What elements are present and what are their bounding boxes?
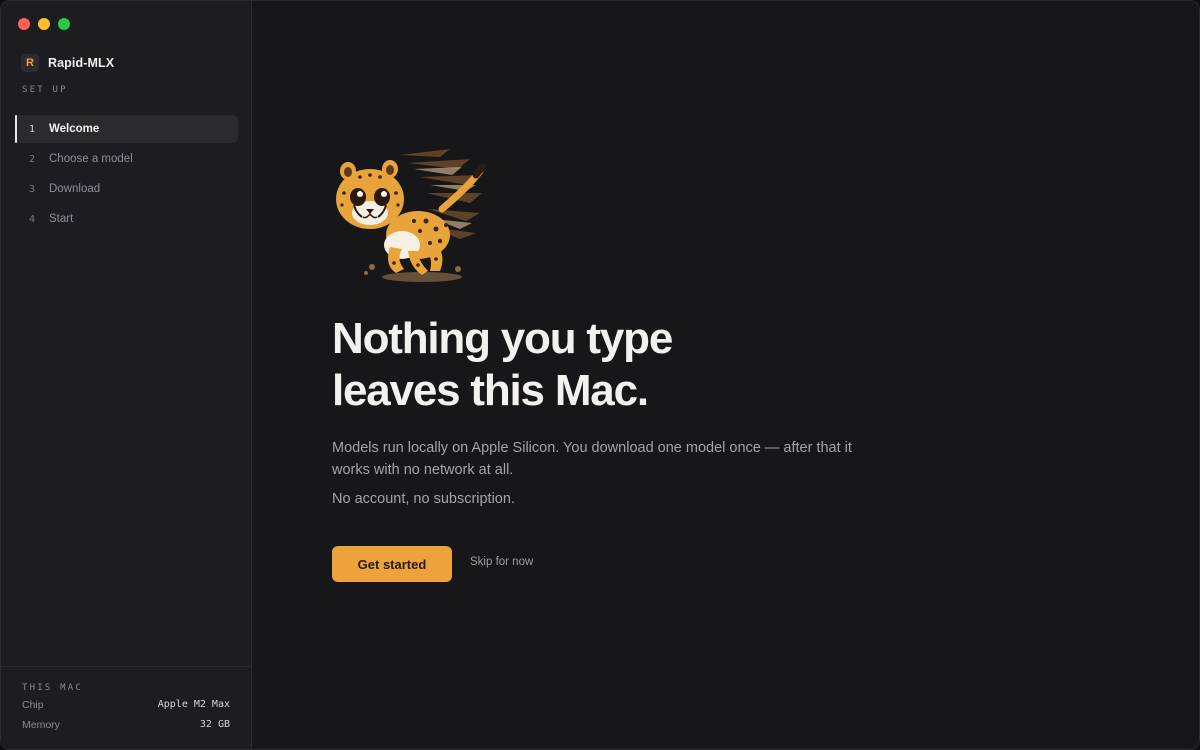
step-number: 3 [29,183,36,195]
chip-row: Chip Apple M2 Max [22,699,230,711]
setup-steps: 1 Welcome 2 Choose a model 3 Download 4 … [15,115,238,235]
step-label: Download [49,183,101,195]
window-controls [18,18,70,30]
sidebar: R Rapid-MLX SET UP 1 Welcome 2 Choose a … [1,1,252,749]
step-number: 1 [29,123,36,135]
step-label: Start [49,213,74,225]
chip-label: Chip [22,699,44,711]
step-welcome[interactable]: 1 Welcome [15,115,238,143]
step-choose-model[interactable]: 2 Choose a model [15,145,238,173]
skip-for-now-link[interactable]: Skip for now [470,556,533,568]
app-name: Rapid-MLX [48,56,115,70]
step-number: 2 [29,153,36,165]
headline-line-2: leaves this Mac. [332,366,649,415]
step-label: Welcome [49,123,100,135]
get-started-button[interactable]: Get started [332,546,452,582]
welcome-description: Models run locally on Apple Silicon. You… [332,440,852,478]
this-mac-panel: THIS MAC Chip Apple M2 Max Memory 32 GB [1,666,252,749]
headline-line-1: Nothing you type [332,314,673,363]
welcome-headline: Nothing you type leaves this Mac. [332,313,932,417]
cheetah-mascot-icon [336,149,486,282]
welcome-panel: Nothing you type leaves this Mac. Models… [252,1,1199,749]
step-label: Choose a model [49,153,133,165]
app-window: R Rapid-MLX SET UP 1 Welcome 2 Choose a … [0,0,1200,750]
setup-section-label: SET UP [22,85,68,95]
memory-value: 32 GB [199,719,230,730]
step-number: 4 [29,213,36,225]
welcome-note: No account, no subscription. [332,491,515,507]
minimize-window-button[interactable] [38,18,50,30]
step-start[interactable]: 4 Start [15,205,238,233]
chip-value: Apple M2 Max [157,699,230,710]
close-window-button[interactable] [18,18,30,30]
memory-row: Memory 32 GB [22,719,230,731]
step-download[interactable]: 3 Download [15,175,238,203]
zoom-window-button[interactable] [58,18,70,30]
memory-label: Memory [22,719,60,731]
app-logo-icon: R [21,54,39,72]
this-mac-section-label: THIS MAC [22,683,83,693]
app-brand: R Rapid-MLX [21,54,114,72]
